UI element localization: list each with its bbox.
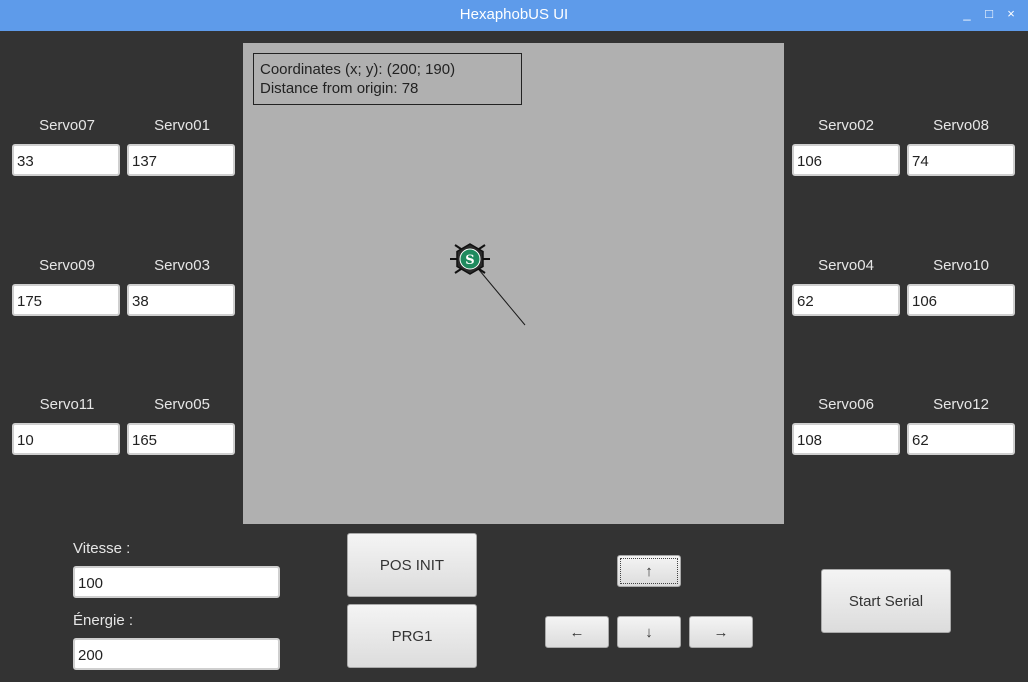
servo05-label: Servo05 xyxy=(154,396,210,413)
arrow-down-button[interactable]: ↓ xyxy=(617,616,681,648)
maximize-button[interactable]: □ xyxy=(981,6,997,22)
servo02-field[interactable]: 106 xyxy=(792,144,900,176)
servo06-label: Servo06 xyxy=(818,396,874,413)
energy-input[interactable]: 200 xyxy=(73,638,280,670)
servo12-label: Servo12 xyxy=(933,396,989,413)
robot-layer: S xyxy=(450,243,526,326)
servo07-label: Servo07 xyxy=(39,117,95,134)
minimize-button[interactable]: _ xyxy=(959,6,975,22)
servo07-field[interactable]: 33 xyxy=(12,144,120,176)
hexapod-robot-icon: S xyxy=(450,243,490,275)
servo10-label: Servo10 xyxy=(933,257,989,274)
speed-label: Vitesse : xyxy=(73,540,131,557)
servo05-field[interactable]: 165 xyxy=(127,423,235,455)
servo08-field[interactable]: 74 xyxy=(907,144,1015,176)
map-canvas[interactable]: Coordinates (x; y): (200; 190) Distance … xyxy=(243,43,784,524)
window-title: HexaphobUS UI xyxy=(459,6,569,23)
servo04-field[interactable]: 62 xyxy=(792,284,900,316)
svg-text:S: S xyxy=(465,253,474,268)
start-serial-button[interactable]: Start Serial xyxy=(821,569,951,633)
close-button[interactable]: × xyxy=(1003,6,1019,22)
servo01-field[interactable]: 137 xyxy=(127,144,235,176)
servo11-label: Servo11 xyxy=(39,396,95,413)
servo01-label: Servo01 xyxy=(154,117,210,134)
servo09-label: Servo09 xyxy=(39,257,95,274)
servo03-label: Servo03 xyxy=(154,257,210,274)
servo09-field[interactable]: 175 xyxy=(12,284,120,316)
servo10-field[interactable]: 106 xyxy=(907,284,1015,316)
servo12-field[interactable]: 62 xyxy=(907,423,1015,455)
arrow-up-button[interactable]: ↑ xyxy=(617,555,681,587)
servo03-field[interactable]: 38 xyxy=(127,284,235,316)
arrow-right-button[interactable]: → xyxy=(689,616,753,648)
servo04-label: Servo04 xyxy=(818,257,874,274)
arrow-left-button[interactable]: ← xyxy=(545,616,609,648)
servo11-field[interactable]: 10 xyxy=(12,423,120,455)
energy-label: Énergie : xyxy=(73,612,134,629)
servo02-label: Servo02 xyxy=(818,117,874,134)
speed-input[interactable]: 100 xyxy=(73,566,280,598)
servo06-field[interactable]: 108 xyxy=(792,423,900,455)
pos-init-button[interactable]: POS INIT xyxy=(347,533,477,597)
prg1-button[interactable]: PRG1 xyxy=(347,604,477,668)
servo08-label: Servo08 xyxy=(933,117,989,134)
app-window: HexaphobUS UI _ □ × Servo07 Servo01 33 1… xyxy=(0,0,1028,682)
title-bar[interactable]: HexaphobUS UI _ □ × xyxy=(0,0,1028,31)
